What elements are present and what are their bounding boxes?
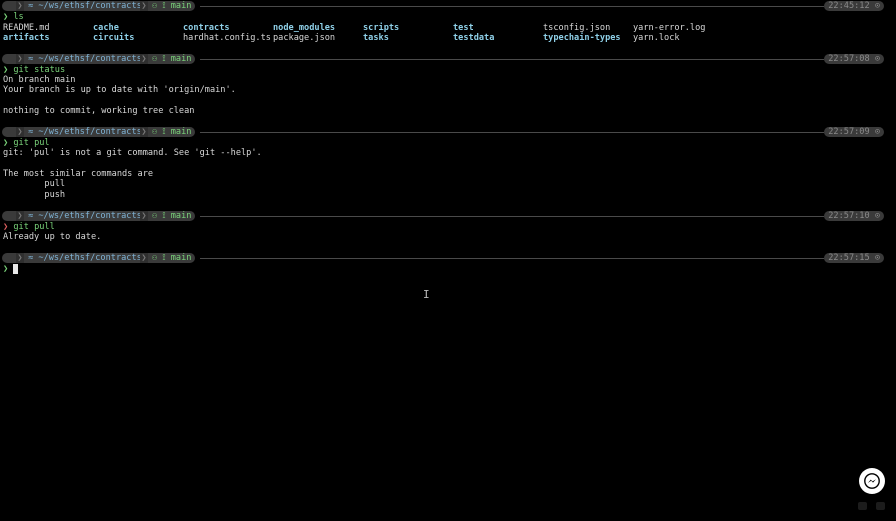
command-text: git pull [13,222,55,232]
prompt-git-branch: ⚇ ⟟ main [148,253,196,263]
prompt-rule [200,132,824,133]
ls-entry: tsconfig.json [543,23,611,33]
pause-icon[interactable] [858,502,867,510]
ls-entry: scripts [363,23,400,33]
ls-entry: hardhat.config.ts [183,33,271,43]
prompt-bar: ❯ ≈ ~/ws/ethsf/contracts ❯ ⚇ ⟟ main 22:4… [0,1,890,11]
prompt-git-branch: ⚇ ⟟ main [148,211,196,221]
output-line: The most similar commands are [3,169,154,179]
prompt-rule [200,59,824,60]
separator-icon: ❯ [140,211,148,221]
prompt-arrow: ❯ [3,138,9,148]
messenger-icon[interactable] [859,468,885,494]
output-line: git: 'pul' is not a git command. See 'gi… [3,148,262,158]
ls-entry: node_modules [273,23,336,33]
separator-icon: ❯ [16,253,24,263]
apple-icon [2,1,16,11]
separator-icon: ❯ [16,1,24,11]
output-line: nothing to commit, working tree clean [3,106,195,116]
prompt-path: ≈ ~/ws/ethsf/contracts [24,1,146,11]
ls-entry: README.md [3,23,50,33]
prompt-path: ≈ ~/ws/ethsf/contracts [24,253,146,263]
ls-entry: tasks [363,33,389,43]
apple-icon [2,127,16,137]
output-line: Already up to date. [3,232,102,242]
ls-entry: test [453,23,474,33]
prompt-path: ≈ ~/ws/ethsf/contracts [24,211,146,221]
prompt-bar: ❯ ≈ ~/ws/ethsf/contracts ❯ ⚇ ⟟ main 22:5… [0,127,890,137]
messenger-glyph-icon [864,473,880,489]
command-line: ❯ git status [3,65,65,75]
prompt-git-branch: ⚇ ⟟ main [148,127,196,137]
ls-entry: yarn-error.log [633,23,706,33]
prompt-rule [200,6,824,7]
command-text: git pul [13,138,50,148]
prompt-arrow: ❯ [3,65,9,75]
prompt-arrow: ❯ [3,12,9,22]
prompt-bar: ❯ ≈ ~/ws/ethsf/contracts ❯ ⚇ ⟟ main 22:5… [0,253,890,263]
prompt-arrow: ❯ [3,222,9,232]
ibeam-cursor-icon: I [423,288,430,301]
command-line: ❯ [3,264,8,274]
ls-entry: testdata [453,33,495,43]
separator-icon: ❯ [140,127,148,137]
apple-icon [2,54,16,64]
prompt-timestamp: 22:45:12 ⊙ [824,1,884,11]
separator-icon: ❯ [16,54,24,64]
separator-icon: ❯ [140,253,148,263]
terminal-window[interactable]: ❯ ≈ ~/ws/ethsf/contracts ❯ ⚇ ⟟ main 22:4… [0,0,896,521]
window-icon[interactable] [876,502,885,510]
separator-icon: ❯ [140,54,148,64]
prompt-arrow: ❯ [3,264,9,274]
prompt-rule [200,258,824,259]
ls-entry: package.json [273,33,336,43]
command-text: ls [13,12,24,22]
prompt-bar: ❯ ≈ ~/ws/ethsf/contracts ❯ ⚇ ⟟ main 22:5… [0,211,890,221]
prompt-timestamp: 22:57:08 ⊙ [824,54,884,64]
prompt-bar: ❯ ≈ ~/ws/ethsf/contracts ❯ ⚇ ⟟ main 22:5… [0,54,890,64]
separator-icon: ❯ [16,211,24,221]
separator-icon: ❯ [140,1,148,11]
command-line: ❯ ls [3,12,24,22]
ls-entry: yarn.lock [633,33,680,43]
command-line: ❯ git pull [3,222,55,232]
output-line: push [3,190,66,200]
prompt-timestamp: 22:57:09 ⊙ [824,127,884,137]
prompt-path: ≈ ~/ws/ethsf/contracts [24,54,146,64]
ls-entry: circuits [93,33,135,43]
output-line: On branch main [3,75,76,85]
prompt-timestamp: 22:57:10 ⊙ [824,211,884,221]
prompt-git-branch: ⚇ ⟟ main [148,1,196,11]
prompt-path: ≈ ~/ws/ethsf/contracts [24,127,146,137]
prompt-rule [200,216,824,217]
apple-icon [2,253,16,263]
command-text: git status [13,65,66,75]
command-line: ❯ git pul [3,138,50,148]
ls-entry: typechain-types [543,33,621,43]
apple-icon [2,211,16,221]
prompt-timestamp: 22:57:15 ⊙ [824,253,884,263]
ls-entry: cache [93,23,119,33]
ls-entry: contracts [183,23,230,33]
text-cursor[interactable] [13,264,18,274]
prompt-git-branch: ⚇ ⟟ main [148,54,196,64]
ls-entry: artifacts [3,33,50,43]
output-line: Your branch is up to date with 'origin/m… [3,85,236,95]
separator-icon: ❯ [16,127,24,137]
output-line: pull [3,179,66,189]
